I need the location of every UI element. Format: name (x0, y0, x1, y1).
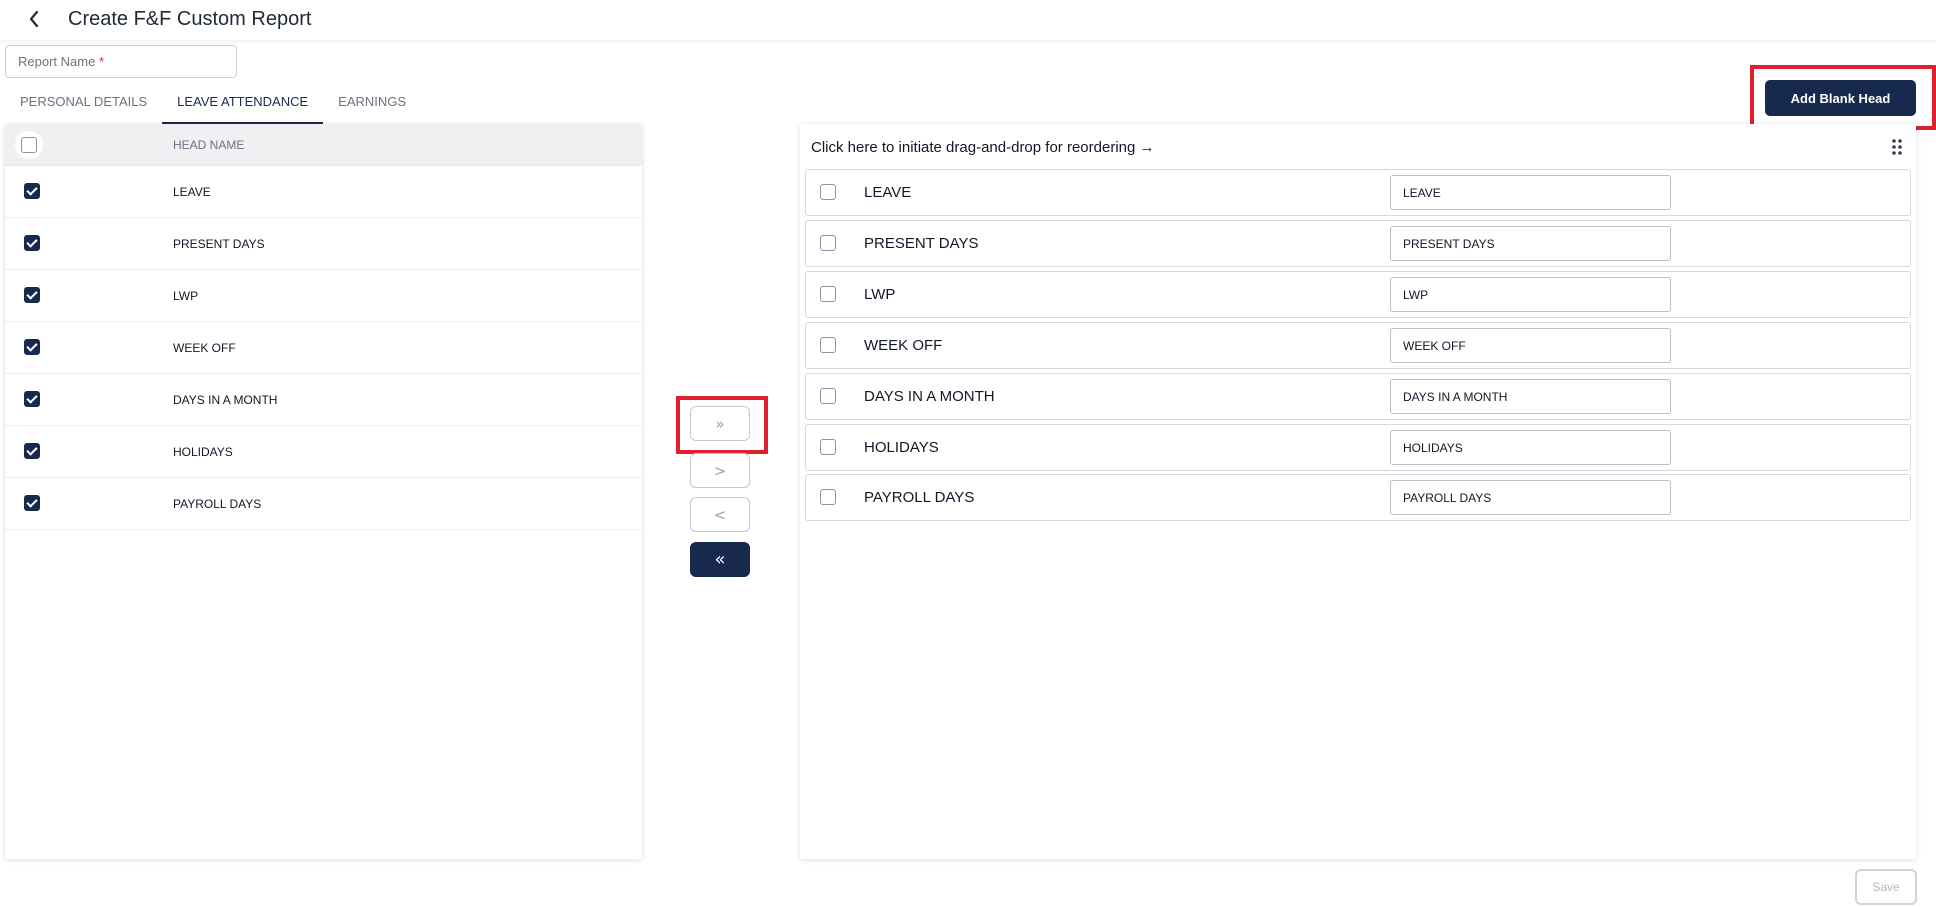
list-item[interactable]: LWP (805, 271, 1911, 318)
head-label-input[interactable] (1390, 430, 1671, 465)
move-left-button[interactable]: < (690, 497, 750, 532)
head-name: HOLIDAYS (864, 439, 939, 456)
row-checkbox[interactable] (820, 489, 836, 505)
move-right-button[interactable]: > (690, 453, 750, 488)
list-item[interactable]: WEEK OFF (805, 322, 1911, 369)
table-row[interactable]: LEAVE (5, 166, 642, 218)
list-item[interactable]: PAYROLL DAYS (805, 474, 1911, 521)
double-chevron-left-icon: « (714, 549, 726, 570)
head-name: PAYROLL DAYS (173, 497, 262, 511)
table-row[interactable]: PRESENT DAYS (5, 218, 642, 270)
head-name-column-header: HEAD NAME (173, 138, 245, 152)
row-checkbox[interactable] (24, 287, 40, 303)
tab-personal-details[interactable]: PERSONAL DETAILS (5, 86, 162, 124)
list-item[interactable]: LEAVE (805, 169, 1911, 216)
chevron-right-icon: > (713, 461, 727, 480)
row-checkbox[interactable] (24, 339, 40, 355)
head-name: DAYS IN A MONTH (864, 388, 995, 405)
required-asterisk: * (98, 54, 104, 69)
save-button[interactable]: Save (1855, 869, 1917, 905)
tab-leave-attendance[interactable]: LEAVE ATTENDANCE (162, 86, 324, 124)
row-checkbox[interactable] (820, 235, 836, 251)
top-bar: Create F&F Custom Report (0, 0, 1936, 40)
selected-heads-panel: Click here to initiate drag-and-drop for… (800, 124, 1916, 859)
row-checkbox[interactable] (820, 286, 836, 302)
head-name: PRESENT DAYS (173, 237, 265, 251)
tab-earnings[interactable]: EARNINGS (323, 86, 421, 124)
table-row[interactable]: WEEK OFF (5, 322, 642, 374)
chevron-left-small-icon: < (713, 505, 727, 524)
chevron-left-icon (29, 10, 39, 28)
table-row[interactable]: LWP (5, 270, 642, 322)
page-title: Create F&F Custom Report (68, 8, 312, 30)
available-heads-panel: HEAD NAME LEAVE PRESENT DAYS LWP WEEK OFF DA… (5, 124, 642, 859)
table-row[interactable]: PAYROLL DAYS (5, 478, 642, 530)
head-label-input[interactable] (1390, 277, 1671, 312)
table-row[interactable]: DAYS IN A MONTH (5, 374, 642, 426)
head-name: PAYROLL DAYS (864, 489, 975, 506)
head-name: LWP (173, 289, 199, 303)
back-button[interactable] (22, 6, 46, 32)
add-blank-head-button[interactable]: Add Blank Head (1765, 80, 1916, 116)
list-item[interactable]: DAYS IN A MONTH (805, 373, 1911, 420)
head-name: DAYS IN A MONTH (173, 393, 278, 407)
tab-bar: PERSONAL DETAILS LEAVE ATTENDANCE EARNIN… (5, 86, 421, 124)
move-all-left-button[interactable]: « (690, 542, 750, 577)
row-checkbox[interactable] (24, 495, 40, 511)
row-checkbox[interactable] (820, 388, 836, 404)
row-checkbox[interactable] (24, 183, 40, 199)
head-name: PRESENT DAYS (864, 235, 979, 252)
row-checkbox[interactable] (820, 439, 836, 455)
row-checkbox[interactable] (820, 337, 836, 353)
head-label-input[interactable] (1390, 226, 1671, 261)
head-label-input[interactable] (1390, 480, 1671, 515)
report-name-input[interactable]: Report Name * (5, 45, 237, 78)
available-heads-list: LEAVE PRESENT DAYS LWP WEEK OFF DAYS IN A MO… (5, 166, 642, 530)
drag-drop-hint[interactable]: Click here to initiate drag-and-drop for… (811, 139, 1155, 156)
row-checkbox[interactable] (24, 235, 40, 251)
head-name: LEAVE (864, 184, 912, 201)
head-name: HOLIDAYS (173, 445, 233, 459)
move-all-right-button[interactable]: » (690, 406, 750, 441)
head-name: WEEK OFF (173, 341, 236, 355)
head-label-input[interactable] (1390, 328, 1671, 363)
table-header: HEAD NAME (5, 124, 642, 166)
report-name-label: Report Name (18, 54, 96, 69)
head-name: LWP (864, 286, 896, 303)
row-checkbox[interactable] (820, 184, 836, 200)
table-row[interactable]: HOLIDAYS (5, 426, 642, 478)
head-name: WEEK OFF (864, 337, 943, 354)
head-name: LEAVE (173, 185, 211, 199)
double-chevron-right-icon: » (715, 414, 725, 433)
row-checkbox[interactable] (24, 443, 40, 459)
list-item[interactable]: PRESENT DAYS (805, 220, 1911, 267)
drag-grip-icon[interactable] (1891, 138, 1903, 156)
head-label-input[interactable] (1390, 175, 1671, 210)
list-item[interactable]: HOLIDAYS (805, 424, 1911, 471)
row-checkbox[interactable] (24, 391, 40, 407)
select-all-checkbox[interactable] (21, 137, 37, 153)
head-label-input[interactable] (1390, 379, 1671, 414)
